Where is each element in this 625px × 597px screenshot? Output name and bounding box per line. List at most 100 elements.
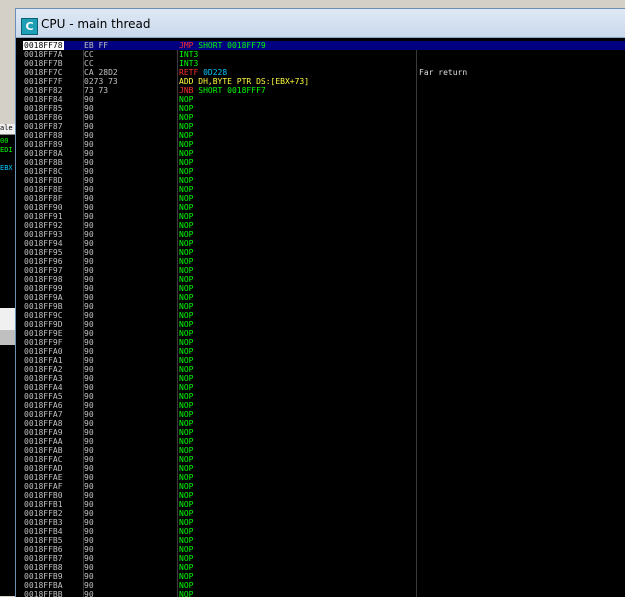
disassembly-row[interactable]: 0018FFAC 90 NOP — [23, 455, 625, 464]
disassembly-row[interactable]: 0018FF7C CA 28D2 RETF 0D228 Far return — [23, 68, 625, 77]
disassembly-row[interactable]: 0018FF8B 90 NOP — [23, 158, 625, 167]
disassembly-row[interactable]: 0018FFB0 90 NOP — [23, 491, 625, 500]
disassembly-row[interactable]: 0018FF7B CC INT3 — [23, 59, 625, 68]
disassembly-row[interactable]: 0018FFB9 90 NOP — [23, 572, 625, 581]
row-address: 0018FF8C — [24, 167, 63, 176]
disassembly-row[interactable]: 0018FF9A 90 NOP — [23, 293, 625, 302]
disassembly-row[interactable]: 0018FF8C 90 NOP — [23, 167, 625, 176]
disassembly-row[interactable]: 0018FF8E 90 NOP — [23, 185, 625, 194]
disassembly-row[interactable]: 0018FF99 90 NOP — [23, 284, 625, 293]
disassembly-row[interactable]: 0018FFAF 90 NOP — [23, 482, 625, 491]
disassembly-row[interactable]: 0018FF9C 90 NOP — [23, 311, 625, 320]
row-mnemonic: NOP — [179, 383, 194, 392]
disassembly-row[interactable]: 0018FFB8 90 NOP — [23, 563, 625, 572]
row-address: 0018FF8E — [24, 185, 63, 194]
disassembly-row[interactable]: 0018FFAB 90 NOP — [23, 446, 625, 455]
disassembly-row[interactable]: 0018FFA1 90 NOP — [23, 356, 625, 365]
disassembly-row[interactable]: 0018FF94 90 NOP — [23, 239, 625, 248]
disassembly-row[interactable]: 0018FFA6 90 NOP — [23, 401, 625, 410]
disassembly-row[interactable]: 0018FFB4 90 NOP — [23, 527, 625, 536]
disassembly-row[interactable]: 0018FF89 90 NOP — [23, 140, 625, 149]
row-operand: SHORT 0018FF79 — [193, 41, 266, 50]
row-hex-dump: CC — [84, 59, 94, 68]
disassembly-row[interactable]: 0018FF9F 90 NOP — [23, 338, 625, 347]
cpu-window[interactable]: C CPU - main thread 0018FF78 EB FF JMP SHO… — [15, 8, 625, 597]
row-mnemonic: NOP — [179, 482, 194, 491]
disassembly-row[interactable]: 0018FF84 90 NOP — [23, 95, 625, 104]
row-disassembly: JMP SHORT 0018FF79 — [179, 41, 266, 50]
disassembly-row[interactable]: 0018FF8F 90 NOP — [23, 194, 625, 203]
disassembly-row[interactable]: 0018FF9B 90 NOP — [23, 302, 625, 311]
row-disassembly: NOP — [179, 518, 193, 527]
disassembly-row[interactable]: 0018FF87 90 NOP — [23, 122, 625, 131]
disassembly-row[interactable]: 0018FF90 90 NOP — [23, 203, 625, 212]
row-disassembly: NOP — [179, 464, 193, 473]
disassembly-row[interactable]: 0018FF9D 90 NOP — [23, 320, 625, 329]
disassembly-row[interactable]: 0018FF7F 0273 73 ADD DH,BYTE PTR DS:[EBX+7… — [23, 77, 625, 86]
row-address: 0018FF97 — [24, 266, 63, 275]
row-mnemonic: NOP — [179, 167, 194, 176]
row-address: 0018FFA6 — [24, 401, 63, 410]
disassembly-row-selected[interactable]: 0018FF78 EB FF JMP SHORT 0018FF79 — [23, 41, 625, 50]
row-mnemonic: NOP — [179, 131, 194, 140]
disassembly-row[interactable]: 0018FF8A 90 NOP — [23, 149, 625, 158]
disassembly-row[interactable]: 0018FFA0 90 NOP — [23, 347, 625, 356]
disassembly-row[interactable]: 0018FF82 73 73 JNB SHORT 0018FFF7 — [23, 86, 625, 95]
row-mnemonic: NOP — [179, 230, 194, 239]
disassembly-row[interactable]: 0018FFB6 90 NOP — [23, 545, 625, 554]
row-disassembly: NOP — [179, 392, 193, 401]
row-address: 0018FF9B — [24, 302, 63, 311]
disassembly-row[interactable]: 0018FF97 90 NOP — [23, 266, 625, 275]
row-hex-dump: 90 — [84, 95, 94, 104]
disassembly-row[interactable]: 0018FFB7 90 NOP — [23, 554, 625, 563]
row-hex-dump: 90 — [84, 572, 94, 581]
row-address: 0018FF90 — [24, 203, 63, 212]
disassembly-row[interactable]: 0018FF95 90 NOP — [23, 248, 625, 257]
row-hex-dump: 90 — [84, 194, 94, 203]
row-mnemonic: NOP — [179, 140, 194, 149]
disassembly-row[interactable]: 0018FF85 90 NOP — [23, 104, 625, 113]
disassembly-row[interactable]: 0018FFB2 90 NOP — [23, 509, 625, 518]
disassembly-row[interactable]: 0018FFA7 90 NOP — [23, 410, 625, 419]
disassembly-row[interactable]: 0018FFAD 90 NOP — [23, 464, 625, 473]
title-bar[interactable]: C CPU - main thread — [16, 9, 625, 38]
disassembly-row[interactable]: 0018FF98 90 NOP — [23, 275, 625, 284]
disassembly-row[interactable]: 0018FF96 90 NOP — [23, 257, 625, 266]
row-hex-dump: 90 — [84, 248, 94, 257]
row-disassembly: NOP — [179, 266, 193, 275]
disassembly-row[interactable]: 0018FFB3 90 NOP — [23, 518, 625, 527]
disassembly-row[interactable]: 0018FF91 90 NOP — [23, 212, 625, 221]
row-address: 0018FFAB — [24, 446, 63, 455]
row-mnemonic: NOP — [179, 185, 194, 194]
disassembly-row[interactable]: 0018FFA8 90 NOP — [23, 419, 625, 428]
row-hex-dump: 90 — [84, 401, 94, 410]
disassembly-pane[interactable]: 0018FF78 EB FF JMP SHORT 0018FF79 0018FF7A C… — [23, 41, 625, 597]
row-address: 0018FFB3 — [24, 518, 63, 527]
disassembly-row[interactable]: 0018FFB1 90 NOP — [23, 500, 625, 509]
disassembly-row[interactable]: 0018FF7A CC INT3 — [23, 50, 625, 59]
row-disassembly: NOP — [179, 401, 193, 410]
row-hex-dump: CA 28D2 — [84, 68, 118, 77]
disassembly-row[interactable]: 0018FF93 90 NOP — [23, 230, 625, 239]
disassembly-row[interactable]: 0018FF86 90 NOP — [23, 113, 625, 122]
disassembly-row[interactable]: 0018FFBA 90 NOP — [23, 581, 625, 590]
disassembly-row[interactable]: 0018FF88 90 NOP — [23, 131, 625, 140]
disassembly-row[interactable]: 0018FFA5 90 NOP — [23, 392, 625, 401]
disassembly-row[interactable]: 0018FF8D 90 NOP — [23, 176, 625, 185]
row-mnemonic: NOP — [179, 203, 194, 212]
row-address: 0018FF99 — [24, 284, 63, 293]
disassembly-row[interactable]: 0018FFA3 90 NOP — [23, 374, 625, 383]
disassembly-row[interactable]: 0018FFB5 90 NOP — [23, 536, 625, 545]
row-hex-dump: 90 — [84, 581, 94, 590]
disassembly-row[interactable]: 0018FFA2 90 NOP — [23, 365, 625, 374]
disassembly-row[interactable]: 0018FFAA 90 NOP — [23, 437, 625, 446]
disassembly-row[interactable]: 0018FFA9 90 NOP — [23, 428, 625, 437]
row-hex-dump: 90 — [84, 338, 94, 347]
disassembly-row[interactable]: 0018FFAE 90 NOP — [23, 473, 625, 482]
row-address: 0018FFB9 — [24, 572, 63, 581]
row-address: 0018FF93 — [24, 230, 63, 239]
disassembly-row[interactable]: 0018FF92 90 NOP — [23, 221, 625, 230]
disassembly-row[interactable]: 0018FF9E 90 NOP — [23, 329, 625, 338]
disassembly-row[interactable]: 0018FFA4 90 NOP — [23, 383, 625, 392]
row-disassembly: JNB SHORT 0018FFF7 — [179, 86, 266, 95]
